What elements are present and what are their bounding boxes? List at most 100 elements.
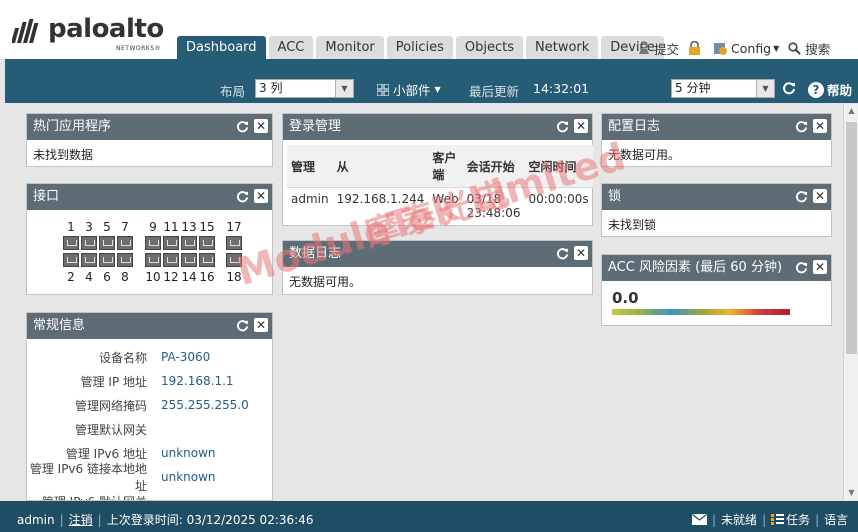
header: paloalto NETWORKS® Dashboard ACC Monitor…	[0, 0, 858, 59]
scroll-down-icon[interactable]: ▼	[844, 486, 858, 500]
ethernet-port-icon[interactable]	[163, 253, 179, 267]
column-header[interactable]: 从	[332, 145, 429, 188]
commit-icon	[636, 41, 651, 56]
layout-select[interactable]: 3 列 ▼	[255, 79, 354, 98]
ethernet-port-icon[interactable]	[145, 236, 161, 250]
column-header[interactable]: 会话开始	[462, 145, 525, 188]
config-log-widget: 配置日志 ✕ 无数据可用。	[601, 113, 832, 167]
ethernet-port-icon[interactable]	[181, 253, 197, 267]
chevron-down-icon: ▼	[773, 43, 780, 53]
language-link[interactable]: 语言	[824, 511, 848, 528]
widget-title: 锁	[608, 189, 622, 204]
close-icon[interactable]: ✕	[254, 318, 268, 332]
ethernet-port-icon[interactable]	[163, 236, 179, 250]
tasks-icon	[771, 513, 785, 526]
paloalto-logo-icon	[12, 19, 39, 43]
vertical-scrollbar[interactable]: ▲ ▼	[843, 104, 858, 500]
tab-policies[interactable]: Policies	[386, 36, 453, 59]
close-icon[interactable]: ✕	[813, 189, 827, 203]
ethernet-port-icon[interactable]	[226, 236, 242, 250]
column-header[interactable]: 空闲时间	[524, 145, 593, 188]
search-link[interactable]: 搜索	[787, 39, 830, 58]
tab-acc[interactable]: ACC	[268, 36, 314, 59]
chevron-down-icon: ▼	[756, 80, 774, 97]
last-update-time: 14:32:01	[533, 81, 590, 96]
port-number: 1	[67, 220, 75, 234]
tab-network[interactable]: Network	[526, 36, 599, 59]
scrollbar-thumb[interactable]	[846, 122, 857, 354]
separator: |	[97, 512, 102, 527]
separator: |	[762, 512, 767, 527]
ethernet-port-icon[interactable]	[81, 236, 97, 250]
ethernet-port-icon[interactable]	[117, 236, 133, 250]
ethernet-port-icon[interactable]	[226, 253, 242, 267]
refresh-icon[interactable]	[794, 119, 808, 133]
info-value: PA-3060	[161, 350, 211, 364]
refresh-icon[interactable]	[794, 189, 808, 203]
close-icon[interactable]: ✕	[574, 246, 588, 260]
close-icon[interactable]: ✕	[813, 119, 827, 133]
cell-from: 192.168.1.244	[336, 192, 425, 206]
tab-monitor[interactable]: Monitor	[316, 36, 384, 59]
brand-name: paloalto	[48, 14, 164, 44]
port-number: 11	[163, 220, 179, 234]
config-menu[interactable]: Config ▼	[713, 41, 779, 56]
risk-factor-gauge	[612, 309, 790, 315]
ethernet-port-icon[interactable]	[117, 253, 133, 267]
separator: |	[815, 512, 820, 527]
info-value: unknown	[161, 470, 216, 484]
ethernet-port-icon[interactable]	[199, 253, 215, 267]
ethernet-port-icon[interactable]	[99, 236, 115, 250]
column-header[interactable]: 管理	[287, 145, 333, 188]
login-admin-widget: 登录管理 ✕ 管理 从 客户端 会话开始 空闲时间 admin 192.168.…	[282, 113, 593, 226]
lock-link[interactable]	[687, 41, 705, 56]
tab-objects[interactable]: Objects	[455, 36, 523, 59]
mail-icon[interactable]	[692, 514, 707, 525]
close-icon[interactable]: ✕	[574, 119, 588, 133]
lock-icon	[687, 41, 702, 56]
ethernet-port-icon[interactable]	[145, 253, 161, 267]
info-row: 管理网络掩码 255.255.255.0	[27, 393, 272, 417]
refresh-icon[interactable]	[555, 246, 569, 260]
port-number: 4	[85, 270, 93, 284]
last-login: 上次登录时间: 03/12/2025 02:36:46	[106, 513, 314, 527]
close-icon[interactable]: ✕	[254, 119, 268, 133]
close-icon[interactable]: ✕	[813, 260, 827, 274]
ethernet-port-icon[interactable]	[199, 236, 215, 250]
refresh-icon[interactable]	[235, 318, 249, 332]
refresh-button[interactable]	[782, 81, 796, 95]
tasks-link[interactable]: 任务	[786, 511, 810, 528]
table-row[interactable]: admin 192.168.1.244 Web 03/18 23:48:06 0…	[287, 188, 593, 225]
refresh-icon[interactable]	[235, 189, 249, 203]
ethernet-port-icon[interactable]	[63, 236, 79, 250]
widgets-menu[interactable]: 小部件 ▼	[377, 80, 441, 99]
refresh-icon[interactable]	[555, 119, 569, 133]
widget-body: 无数据可用。	[608, 148, 681, 162]
last-update-label: 最后更新	[469, 84, 520, 99]
commit-link[interactable]: 提交	[636, 39, 679, 58]
column-header[interactable]: 客户端	[428, 145, 463, 188]
widget-title: 常规信息	[33, 318, 86, 333]
help-button[interactable]: ? 帮助	[808, 80, 852, 99]
logout-link[interactable]: 注销	[69, 511, 93, 528]
port-number: 16	[199, 270, 215, 284]
paloalto-logo: paloalto NETWORKS®	[12, 14, 172, 54]
refresh-icon[interactable]	[794, 260, 808, 274]
current-user: admin	[17, 512, 55, 527]
refresh-icon[interactable]	[235, 119, 249, 133]
port-number: 14	[181, 270, 197, 284]
widget-title: 接口	[33, 189, 60, 204]
tab-dashboard[interactable]: Dashboard	[177, 36, 266, 59]
ethernet-port-icon[interactable]	[181, 236, 197, 250]
refresh-interval-select[interactable]: 5 分钟 ▼	[671, 79, 775, 98]
close-icon[interactable]: ✕	[254, 189, 268, 203]
status-text[interactable]: 未就绪	[721, 511, 757, 528]
ethernet-port-icon[interactable]	[99, 253, 115, 267]
port-number: 7	[121, 220, 129, 234]
ethernet-port-icon[interactable]	[63, 253, 79, 267]
scroll-up-icon[interactable]: ▲	[844, 104, 858, 118]
ethernet-port-icon[interactable]	[81, 253, 97, 267]
interfaces-widget: 接口 ✕ 1 3 5 7 9 11 13 15 17 2 4 6 8 10 12…	[26, 183, 273, 295]
widget-title: 登录管理	[289, 119, 342, 134]
refresh-icon	[783, 82, 795, 95]
